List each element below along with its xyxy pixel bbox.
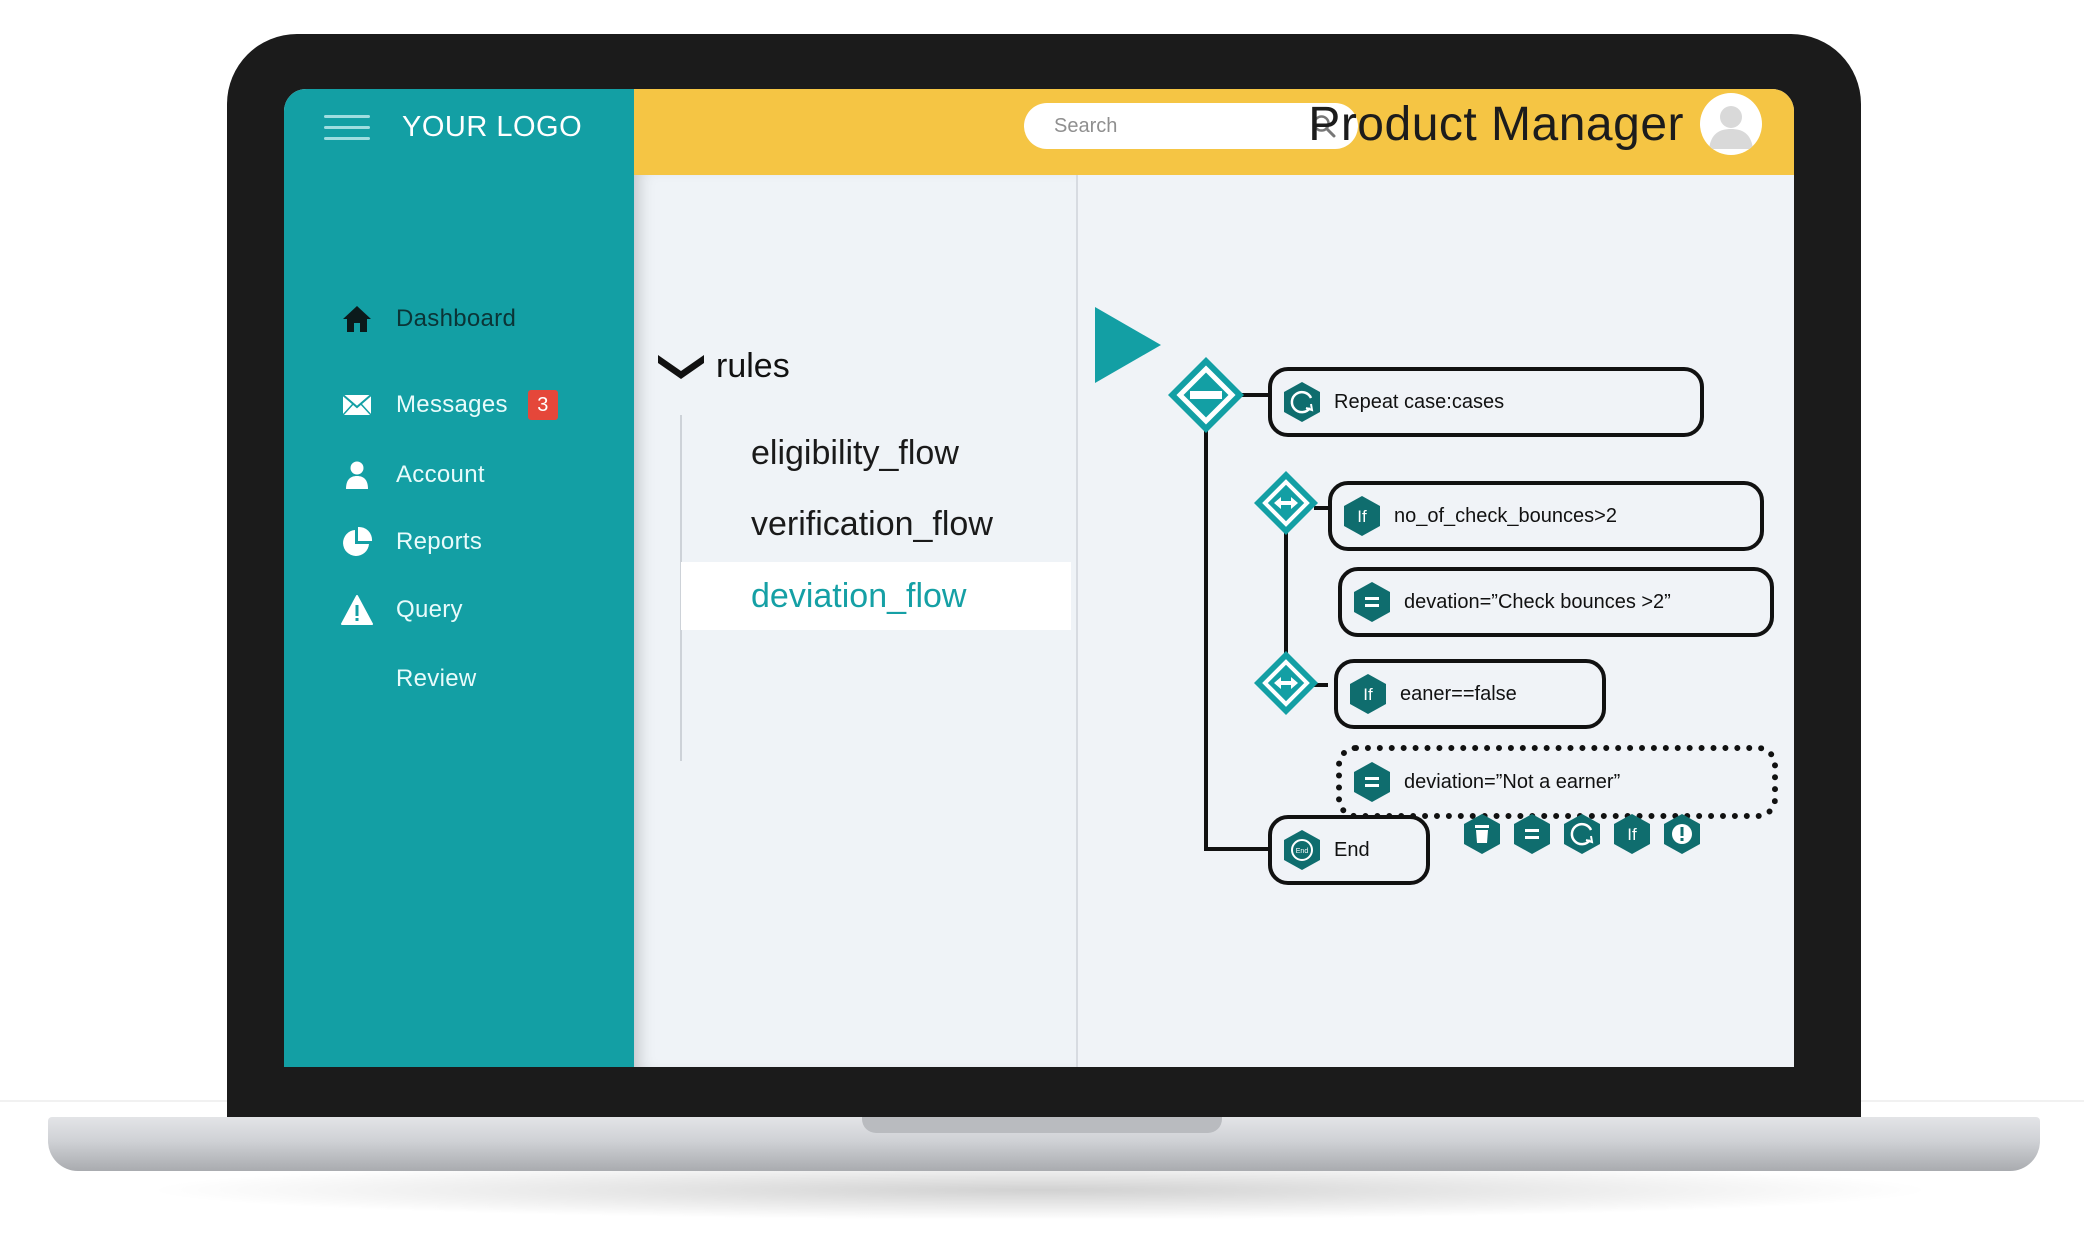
flow-node-repeat[interactable]: Repeat case:cases <box>1268 367 1704 437</box>
rules-root-label: rules <box>716 347 790 385</box>
top-bar: Product Manager <box>634 89 1794 175</box>
sidebar-item-query[interactable]: Query <box>340 588 600 632</box>
loop-icon <box>1284 382 1320 422</box>
svg-text:If: If <box>1363 685 1373 704</box>
flow-canvas: Repeat case:cases If no_of_check_bounces… <box>1078 175 1794 1067</box>
sidebar-item-label: Query <box>396 596 463 623</box>
connector-line <box>1204 425 1208 851</box>
node-text: End <box>1334 838 1370 861</box>
envelope-icon <box>340 388 374 422</box>
if-icon: If <box>1350 674 1386 714</box>
sidebar-item-account[interactable]: Account <box>340 453 600 497</box>
sidebar-item-label: Account <box>396 461 485 488</box>
flow-item-deviation[interactable]: deviation_flow <box>681 562 1071 630</box>
logo: YOUR LOGO <box>402 111 583 143</box>
sidebar-item-dashboard[interactable]: Dashboard <box>340 297 600 341</box>
sidebar-item-review[interactable]: Review <box>340 657 600 701</box>
search-input[interactable] <box>1052 113 1296 139</box>
sidebar-item-messages[interactable]: Messages 3 <box>340 383 600 427</box>
if-decision-diamond[interactable] <box>1252 649 1320 717</box>
avatar[interactable] <box>1700 93 1762 155</box>
laptop-notch <box>862 1117 1222 1133</box>
trash-icon[interactable] <box>1462 813 1502 855</box>
chevron-down-icon <box>656 347 706 386</box>
pie-chart-icon <box>340 525 374 559</box>
warning-icon <box>340 593 374 627</box>
sidebar-item-label: Dashboard <box>396 305 517 332</box>
play-icon[interactable] <box>1093 305 1163 385</box>
svg-text:If: If <box>1627 825 1637 844</box>
loop-decision-diamond[interactable] <box>1166 355 1246 435</box>
hamburger-menu-icon[interactable] <box>324 115 370 141</box>
flow-item-eligibility[interactable]: eligibility_flow <box>681 419 1071 487</box>
flow-node-end[interactable]: End End <box>1268 815 1430 885</box>
flow-item-verification[interactable]: verification_flow <box>681 490 1071 558</box>
flow-node-if-earner[interactable]: If eaner==false <box>1334 659 1606 729</box>
sidebar: YOUR LOGO Dashboard Messages 3 Account R… <box>284 89 634 1067</box>
page-title: Product Manager <box>1308 98 1684 151</box>
app-screen: YOUR LOGO Dashboard Messages 3 Account R… <box>284 89 1794 1067</box>
sidebar-item-reports[interactable]: Reports <box>340 520 600 564</box>
assign-icon[interactable] <box>1512 813 1552 855</box>
node-text: Repeat case:cases <box>1334 390 1505 413</box>
assign-icon <box>1354 582 1390 622</box>
sidebar-item-label: Review <box>396 665 477 692</box>
rules-tree-toggle[interactable]: rules <box>656 347 790 386</box>
node-text: no_of_check_bounces>2 <box>1394 504 1617 527</box>
svg-text:If: If <box>1357 507 1367 526</box>
if-icon[interactable]: If <box>1612 813 1652 855</box>
flow-node-assign-bounces[interactable]: devation=”Check bounces >2” <box>1338 567 1774 637</box>
flow-node-assign-not-earner[interactable]: deviation=”Not a earner” <box>1336 745 1778 819</box>
sidebar-item-label: Reports <box>396 528 483 555</box>
flow-node-if-bounces[interactable]: If no_of_check_bounces>2 <box>1328 481 1764 551</box>
node-text: deviation=”Not a earner” <box>1404 770 1621 793</box>
node-text: devation=”Check bounces >2” <box>1404 590 1671 613</box>
assign-icon <box>1354 762 1390 802</box>
sidebar-item-label: Messages <box>396 391 508 418</box>
end-icon: End <box>1284 830 1320 870</box>
loop-icon[interactable] <box>1562 813 1602 855</box>
node-text: eaner==false <box>1400 682 1517 705</box>
user-icon <box>340 458 374 492</box>
if-icon: If <box>1344 496 1380 536</box>
alert-icon[interactable] <box>1662 813 1702 855</box>
if-decision-diamond[interactable] <box>1252 469 1320 537</box>
unread-badge: 3 <box>527 390 558 420</box>
svg-text:End: End <box>1296 848 1309 855</box>
home-icon <box>340 302 374 336</box>
connector-line <box>1204 847 1268 851</box>
